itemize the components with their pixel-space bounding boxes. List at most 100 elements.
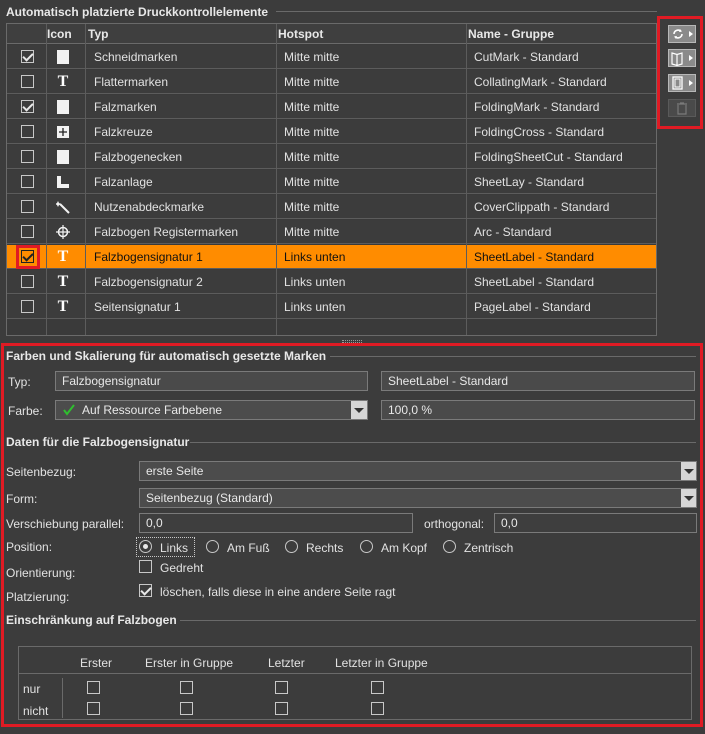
row-type: Schneidmarken [94,50,178,64]
row-hotspot: Mitte mitte [284,225,340,239]
row-enable-checkbox[interactable] [21,100,34,113]
radio-links[interactable] [139,540,152,553]
row-enable-checkbox[interactable] [21,275,34,288]
row-enable-checkbox[interactable] [21,50,34,63]
row-name-group: CollatingMark - Standard [474,75,607,89]
table-row[interactable]: Falzkreuze Mitte mitte FoldingCross - Stan… [7,120,656,144]
table-row[interactable]: Nutzenabdeckmarke Mitte mitte CoverClippat… [7,195,656,219]
row-enable-checkbox[interactable] [21,150,34,163]
table-row[interactable]: Falzmarken Mitte mitte FoldingMark - Stand… [7,95,656,119]
orthogonal-label: orthogonal: [424,517,485,531]
section-divider [330,356,696,357]
column-divider [276,24,277,335]
form-value: Seitenbezug (Standard) [146,491,273,505]
radio-links-label[interactable]: Links [160,541,188,555]
radio-zentrisch-label[interactable]: Zentrisch [464,541,513,555]
typ-field[interactable]: Falzbogensignatur [55,371,368,391]
table-row[interactable]: T Falzbogensignatur 2 Links unten SheetLabe… [7,270,656,294]
position-label: Position: [6,540,53,554]
row-name-group: PageLabel - Standard [474,300,591,314]
platzierung-option-label[interactable]: löschen, falls diese in eine andere Seit… [160,585,395,599]
section-divider [276,11,657,12]
row-type: Seitensignatur 1 [94,300,181,314]
nicht-erster-in-gruppe-checkbox[interactable] [180,702,193,715]
row-hotspot: Links unten [284,275,346,289]
trash-icon[interactable] [668,99,696,117]
row-type: Falzanlage [94,175,153,189]
seitenbezug-select[interactable]: erste Seite [139,461,697,481]
book-icon[interactable] [668,49,696,67]
column-header-icon[interactable]: Icon [47,27,72,41]
platzierung-checkbox[interactable] [139,584,152,597]
page-icon[interactable] [668,74,696,92]
radio-am-fuss-label[interactable]: Am Fuß [227,541,270,555]
table-row[interactable]: Falzbogen Registermarken Mitte mitte Arc -… [7,220,656,244]
name-group-field[interactable]: SheetLabel - Standard [381,371,695,391]
radio-rechts-label[interactable]: Rechts [306,541,343,555]
row-hotspot: Mitte mitte [284,100,340,114]
checkmark-icon [63,404,75,416]
table-row[interactable]: T Flattermarken Mitte mitte CollatingMark -… [7,70,656,94]
row-type: Flattermarken [94,75,169,89]
parallel-field[interactable]: 0,0 [139,513,413,533]
seitenbezug-label: Seitenbezug: [6,465,77,479]
row-enable-checkbox[interactable] [21,300,34,313]
form-select[interactable]: Seitenbezug (Standard) [139,488,697,508]
nur-erster-checkbox[interactable] [87,681,100,694]
row-enable-checkbox[interactable] [21,200,34,213]
table-row[interactable]: T Seitensignatur 1 Links unten PageLabel - … [7,295,656,319]
radio-am-kopf-label[interactable]: Am Kopf [381,541,427,555]
marks-table: Icon Typ Hotspot Name - Gruppe Schneidma… [6,23,657,336]
table-row[interactable]: T Falzbogensignatur 1 Links unten SheetLabe… [7,245,656,269]
row-enable-checkbox[interactable] [21,75,34,88]
orthogonal-field[interactable]: 0,0 [494,513,697,533]
color-select[interactable]: Auf Ressource Farbebene [55,400,368,420]
wand-icon [55,199,71,215]
page-mark-icon [55,149,71,165]
fold-cross-icon [55,124,71,140]
nicht-letzter-checkbox[interactable] [275,702,288,715]
radio-am-fuss[interactable] [206,540,219,553]
text-t-icon: T [57,248,69,265]
radio-am-kopf[interactable] [360,540,373,553]
nur-letzter-in-gruppe-checkbox[interactable] [371,681,384,694]
text-t-icon: T [57,273,69,290]
nicht-letzter-in-gruppe-checkbox[interactable] [371,702,384,715]
table-row[interactable]: Schneidmarken Mitte mitte CutMark - Standa… [7,45,656,69]
column-divider [46,24,47,335]
section-divider [180,620,696,621]
column-header-name[interactable]: Name - Gruppe [468,27,554,41]
form-label: Form: [6,492,38,506]
row-nicht: nicht [23,704,49,718]
restriction-table: Erster Erster in Gruppe Letzter Letzter … [18,646,692,720]
column-header-typ[interactable]: Typ [88,27,108,41]
row-name-group: FoldingCross - Standard [474,125,605,139]
chevron-down-icon[interactable] [351,401,367,419]
section-title-print-controls: Automatisch platzierte Druckkontrollelem… [6,5,269,19]
gedreht-checkbox[interactable] [139,560,152,573]
seitenbezug-value: erste Seite [146,464,204,478]
chevron-down-icon[interactable] [681,489,696,507]
nur-erster-in-gruppe-checkbox[interactable] [180,681,193,694]
col-letzter: Letzter [268,656,305,670]
row-name-group: SheetLay - Standard [474,175,585,189]
row-hotspot: Mitte mitte [284,200,340,214]
nicht-erster-checkbox[interactable] [87,702,100,715]
refresh-icon[interactable] [668,25,696,43]
row-enable-checkbox[interactable] [21,125,34,138]
row-nur: nur [23,682,41,696]
table-row[interactable]: Falzbogenecken Mitte mitte FoldingSheetCut… [7,145,656,169]
row-enable-checkbox[interactable] [21,175,34,188]
nur-letzter-checkbox[interactable] [275,681,288,694]
typ-label: Typ: [8,375,31,389]
column-header-hotspot[interactable]: Hotspot [278,27,323,41]
column-divider [466,24,467,335]
chevron-down-icon[interactable] [681,462,696,480]
scale-field[interactable]: 100,0 % [381,400,695,420]
gedreht-label[interactable]: Gedreht [160,561,203,575]
row-hotspot: Mitte mitte [284,125,340,139]
row-enable-checkbox[interactable] [21,225,34,238]
radio-rechts[interactable] [285,540,298,553]
table-row[interactable]: Falzanlage Mitte mitte SheetLay - Standard [7,170,656,194]
radio-zentrisch[interactable] [443,540,456,553]
